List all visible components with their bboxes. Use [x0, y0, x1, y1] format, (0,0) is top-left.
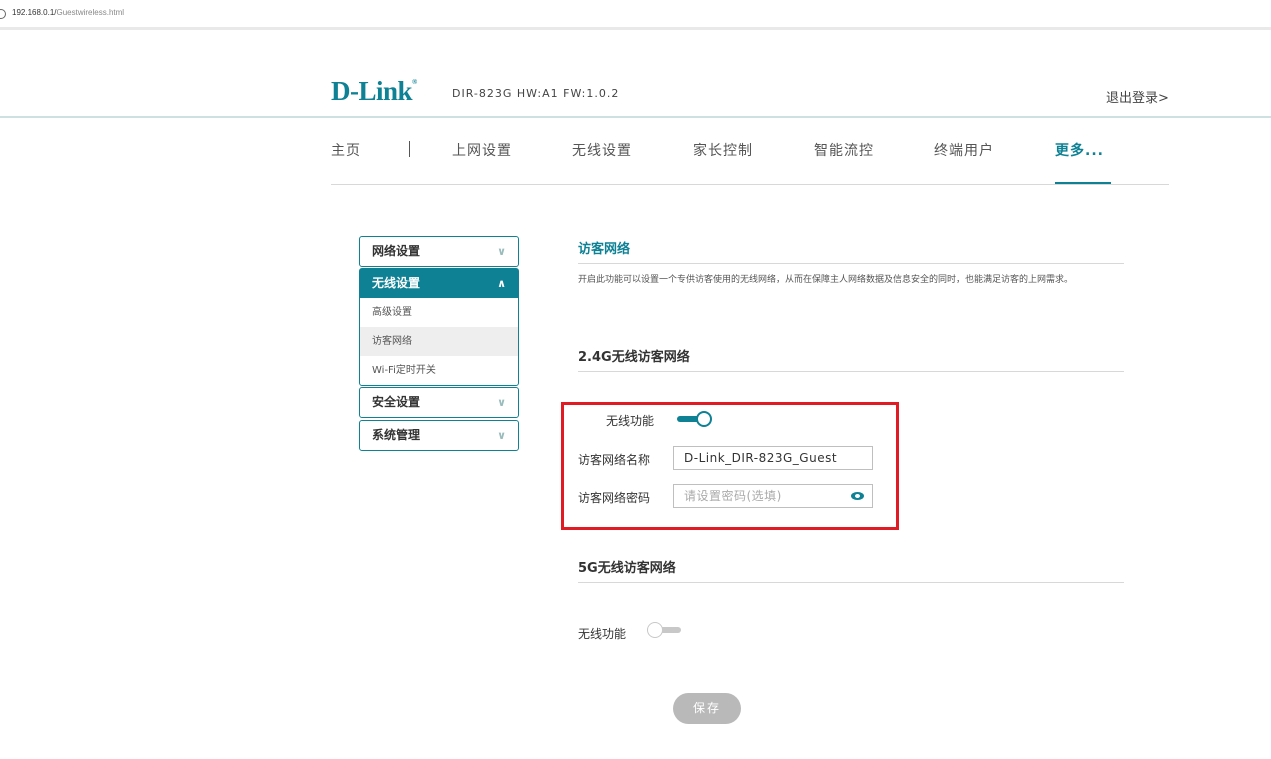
toolbar-divider — [0, 27, 1271, 30]
nav-home[interactable]: 主页 — [331, 140, 361, 160]
nav-clients[interactable]: 终端用户 — [934, 140, 994, 160]
sidebar-label: 安全设置 — [372, 395, 421, 409]
chevron-down-icon: ∨ — [497, 396, 506, 409]
title-divider — [578, 263, 1124, 264]
logout-link[interactable]: 退出登录> — [1106, 87, 1169, 106]
main-nav: 主页 上网设置 无线设置 家长控制 智能流控 终端用户 更多... — [331, 140, 1171, 160]
sidebar-item-security-settings[interactable]: 安全设置 ∨ — [360, 388, 518, 417]
logo-text: D-Link — [331, 76, 413, 106]
page-title: 访客网络 — [578, 242, 631, 257]
nav-wireless-settings[interactable]: 无线设置 — [572, 140, 632, 160]
sidebar-label: 网络设置 — [372, 244, 421, 258]
address-bar[interactable]: 192.168.0.1/Guestwireless.html — [0, 0, 1271, 30]
sidebar-item-wireless-settings[interactable]: 无线设置 ∧ — [360, 269, 518, 298]
nav-more[interactable]: 更多... — [1055, 140, 1104, 160]
sidebar-item-network-settings[interactable]: 网络设置 ∨ — [360, 237, 518, 266]
toggle-knob — [647, 622, 663, 638]
section-divider-5g — [578, 582, 1124, 583]
url-path: Guestwireless.html — [56, 8, 125, 17]
sidebar-group-security: 安全设置 ∨ — [359, 387, 519, 418]
header-divider — [0, 116, 1271, 118]
nav-parental-control[interactable]: 家长控制 — [693, 140, 753, 160]
sidebar-group-system: 系统管理 ∨ — [359, 420, 519, 451]
chevron-down-icon: ∨ — [497, 245, 506, 258]
registered-mark: ® — [412, 78, 417, 86]
sidebar-subitem-advanced[interactable]: 高级设置 — [360, 298, 518, 327]
wireless-label-5g: 无线功能 — [578, 627, 627, 641]
url-host: 192.168.0.1/ — [12, 8, 57, 17]
chevron-down-icon: ∨ — [497, 429, 506, 442]
nav-internet-settings[interactable]: 上网设置 — [452, 140, 512, 160]
nav-divider — [331, 184, 1169, 185]
info-circle-icon — [0, 9, 6, 19]
section-title-24g: 2.4G无线访客网络 — [578, 350, 690, 365]
sidebar-subitem-guest-network[interactable]: 访客网络 — [360, 327, 518, 356]
nav-smart-qos[interactable]: 智能流控 — [814, 140, 874, 160]
section-divider-24g — [578, 371, 1124, 372]
save-button[interactable]: 保存 — [673, 693, 741, 724]
page-description: 开启此功能可以设置一个专供访客使用的无线网络，从而在保障主人网络数据及信息安全的… — [578, 275, 1074, 285]
sidebar-group-wireless: 无线设置 ∧ 高级设置 访客网络 Wi-Fi定时开关 — [359, 268, 519, 386]
section-title-5g: 5G无线访客网络 — [578, 561, 676, 576]
sidebar-label: 系统管理 — [372, 428, 421, 442]
sidebar-group-network: 网络设置 ∨ — [359, 236, 519, 267]
sidebar-label: 无线设置 — [372, 276, 421, 290]
sidebar-item-system-management[interactable]: 系统管理 ∨ — [360, 421, 518, 450]
url-text[interactable]: 192.168.0.1/Guestwireless.html — [12, 8, 124, 17]
highlight-box — [561, 402, 899, 530]
nav-separator — [409, 141, 410, 157]
chevron-up-icon: ∧ — [497, 277, 506, 290]
sidebar-subitem-wifi-schedule[interactable]: Wi-Fi定时开关 — [360, 356, 518, 385]
model-info: DIR-823G HW:A1 FW:1.0.2 — [452, 87, 620, 100]
wireless-toggle-5g[interactable] — [647, 622, 683, 638]
dlink-logo: D-Link® — [331, 76, 417, 107]
